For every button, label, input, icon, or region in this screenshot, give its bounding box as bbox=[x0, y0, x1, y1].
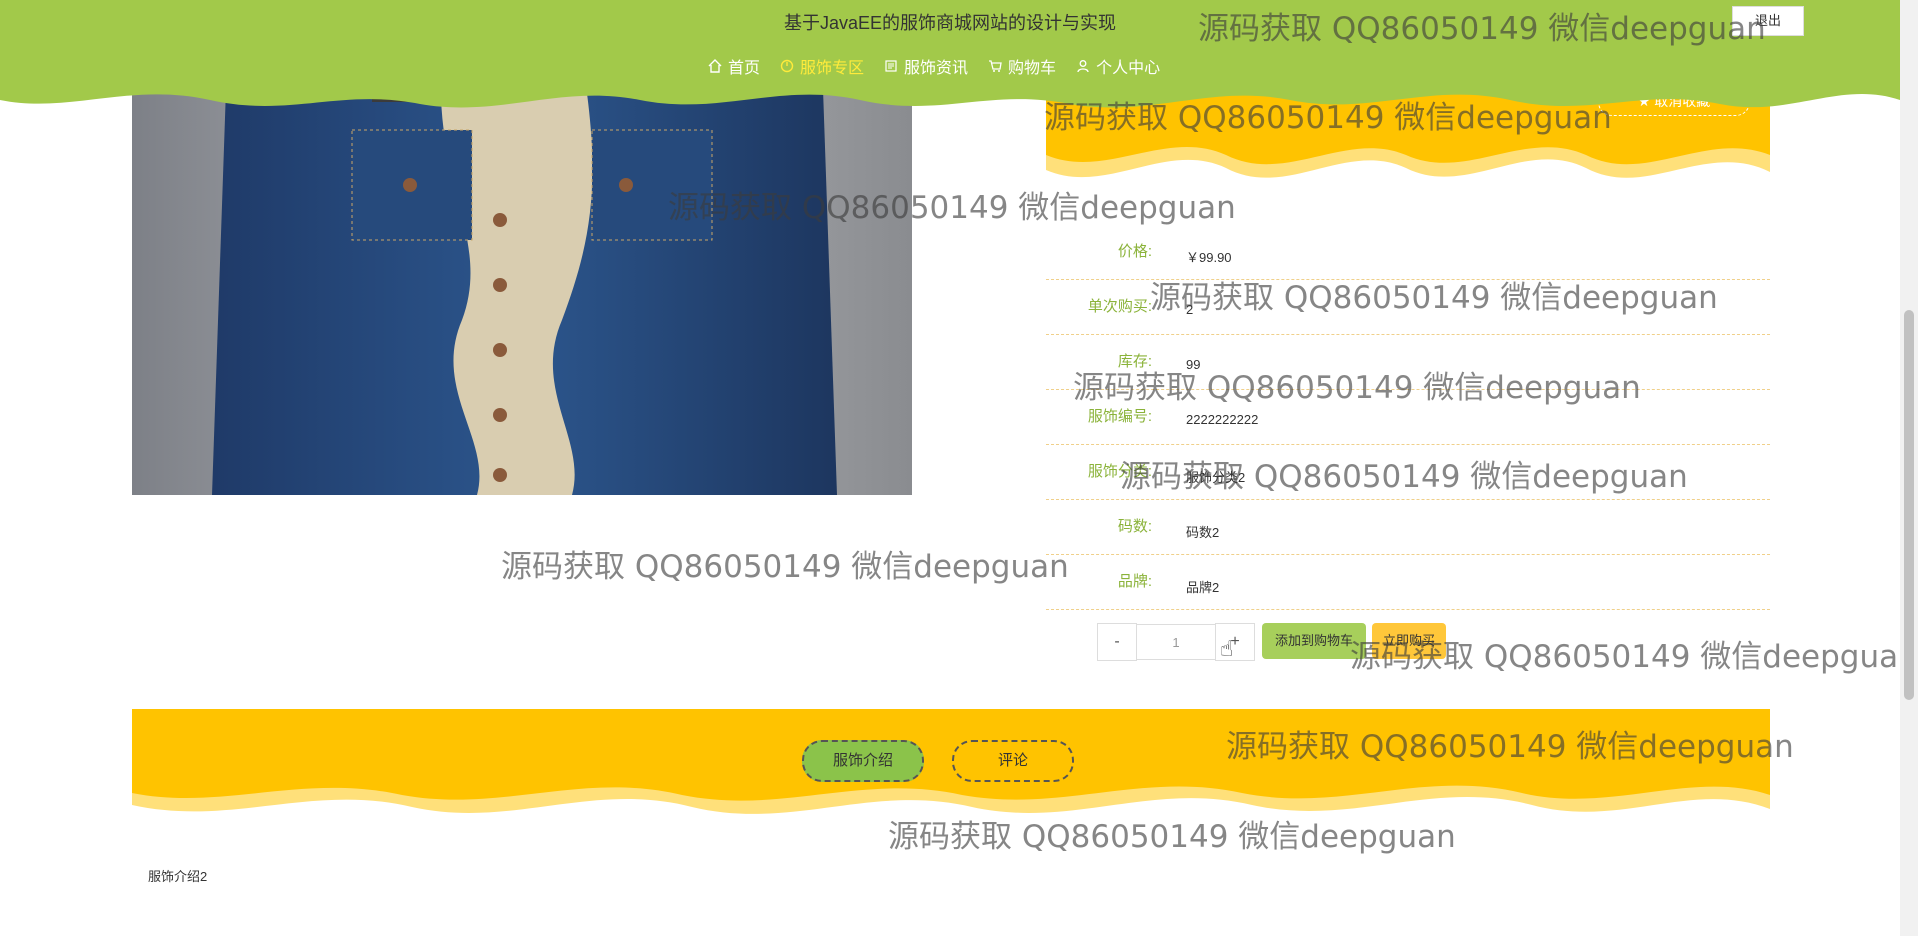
main-nav: 首页 服饰专区 服饰资讯 购物车 个人中心 bbox=[708, 54, 1160, 78]
price-value: ￥99.90 bbox=[1186, 250, 1232, 265]
nav-label: 首页 bbox=[728, 60, 761, 77]
size-value: 码数2 bbox=[1186, 525, 1220, 540]
brand-value: 品牌2 bbox=[1186, 580, 1220, 595]
product-code-value: 2222222222 bbox=[1186, 412, 1259, 427]
cart-icon bbox=[989, 60, 1002, 72]
nav-label: 个人中心 bbox=[1096, 60, 1161, 77]
price-label: 价格: bbox=[1117, 243, 1152, 260]
product-code-label: 服饰编号: bbox=[1087, 408, 1152, 425]
nav-label: 服饰资讯 bbox=[904, 60, 969, 77]
product-image-carousel[interactable] bbox=[132, 60, 912, 495]
watermark: 源码获取 QQ86050149 微信deepguan bbox=[501, 549, 1069, 585]
nav-home[interactable]: 首页 bbox=[708, 54, 760, 78]
nav-clothing-zone[interactable]: 服饰专区 bbox=[780, 54, 864, 78]
watermark: 源码获取 QQ86050149 微信deepguan bbox=[1120, 459, 1688, 495]
watermark: 源码获取 QQ86050149 微信deepguan bbox=[1226, 729, 1794, 765]
vertical-scrollbar[interactable] bbox=[1900, 0, 1918, 936]
watermark: 源码获取 QQ86050149 微信deepguan bbox=[888, 819, 1456, 855]
watermark: 源码获取 QQ86050149 微信deepguan bbox=[1198, 11, 1766, 47]
clock-icon bbox=[780, 59, 794, 73]
user-icon bbox=[1077, 60, 1089, 73]
home-icon bbox=[708, 59, 722, 73]
tab-comments[interactable]: 评论 bbox=[952, 740, 1074, 782]
scrollbar-thumb[interactable] bbox=[1904, 310, 1914, 700]
nav-news[interactable]: 服饰资讯 bbox=[884, 54, 968, 78]
nav-cart[interactable]: 购物车 bbox=[988, 54, 1056, 78]
nav-label: 购物车 bbox=[1008, 60, 1057, 77]
brand-label: 品牌: bbox=[1117, 573, 1152, 590]
watermark: 源码获取 QQ86050149 微信deepguan bbox=[1350, 639, 1900, 675]
product-image bbox=[132, 60, 912, 495]
watermark: 源码获取 QQ86050149 微信deepguan bbox=[1150, 280, 1718, 316]
size-label: 码数: bbox=[1117, 518, 1152, 535]
news-icon bbox=[885, 60, 897, 72]
detail-row: 码数: 码数2 bbox=[1046, 500, 1770, 555]
watermark: 源码获取 QQ86050149 微信deepguan bbox=[668, 190, 1236, 226]
product-description: 服饰介绍2 bbox=[148, 869, 208, 884]
site-title: 基于JavaEE的服饰商城网站的设计与实现 bbox=[784, 13, 1117, 33]
quantity-input[interactable] bbox=[1137, 624, 1215, 660]
page: ★ 取消收藏 价格: ￥99.90 单次购买: 2 库存: 99 服饰编号: 22222… bbox=[0, 0, 1900, 936]
decrease-quantity-button[interactable]: - bbox=[1097, 623, 1137, 661]
watermark: 源码获取 QQ86050149 微信deepguan bbox=[1044, 100, 1612, 136]
detail-row: 品牌: 品牌2 bbox=[1046, 555, 1770, 610]
watermark: 源码获取 QQ86050149 微信deepguan bbox=[1073, 370, 1641, 406]
hand-cursor-icon: ☝ bbox=[1220, 636, 1234, 661]
tab-product-intro[interactable]: 服饰介绍 bbox=[802, 740, 924, 782]
nav-user-center[interactable]: 个人中心 bbox=[1076, 54, 1160, 78]
nav-label: 服饰专区 bbox=[800, 60, 865, 77]
single-purchase-label: 单次购买: bbox=[1087, 298, 1152, 315]
